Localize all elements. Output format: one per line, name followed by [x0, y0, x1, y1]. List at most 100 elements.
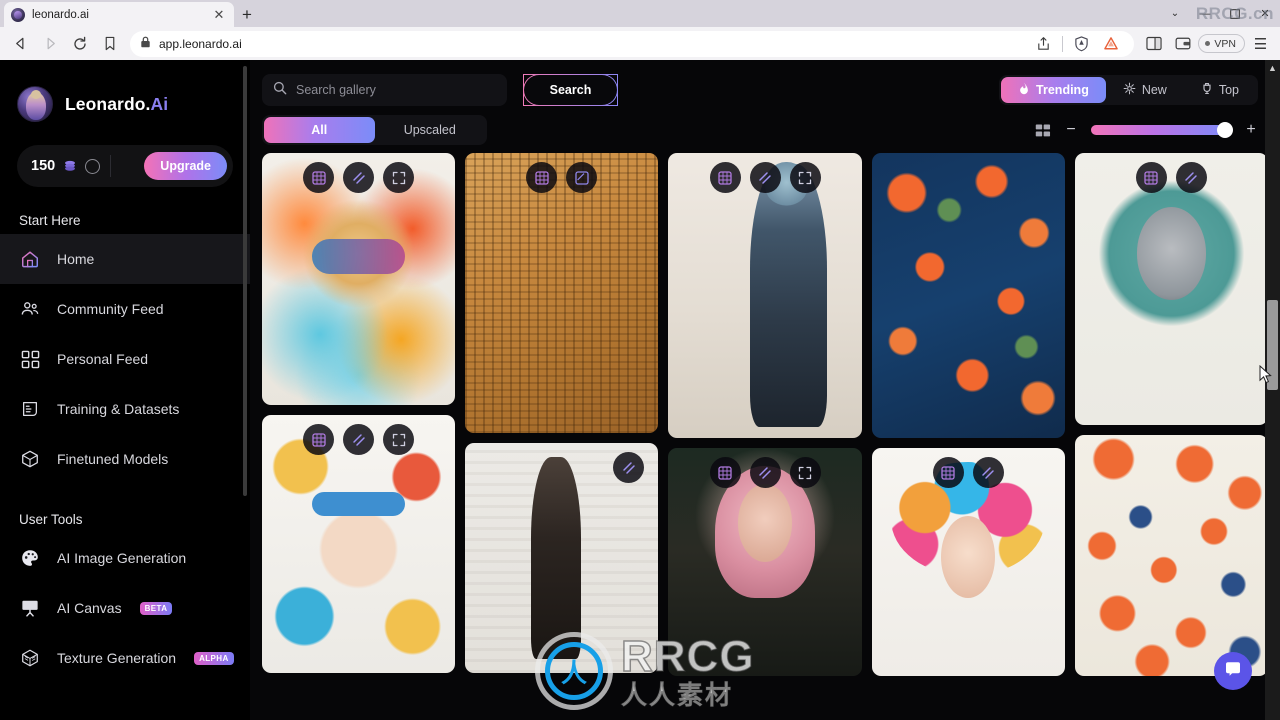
expand-fullscreen-icon[interactable] [789, 457, 821, 488]
header-row-search: Search Trending [262, 74, 1258, 106]
tab-top[interactable]: Top [1184, 77, 1256, 103]
search-input[interactable] [296, 83, 496, 97]
address-bar[interactable]: app.leonardo.ai [130, 30, 1135, 57]
remix-image-icon[interactable] [932, 457, 964, 488]
gallery-header: Search Trending [250, 60, 1280, 145]
forward-icon[interactable] [36, 31, 64, 57]
share-icon[interactable] [1030, 31, 1057, 57]
image-variation-icon[interactable] [972, 457, 1004, 488]
sidebar-item-ai-image-generation[interactable]: AI Image Generation [0, 533, 250, 583]
expand-fullscreen-icon[interactable] [383, 424, 415, 455]
image-variation-icon[interactable] [343, 424, 375, 455]
bookmark-icon[interactable] [96, 31, 124, 57]
gallery-card-colorful-hair-illustrated-girl[interactable] [871, 448, 1065, 676]
zoom-in-button[interactable]: + [1244, 122, 1258, 138]
gallery-column [465, 153, 659, 718]
trophy-icon [1201, 82, 1213, 98]
tab-trending[interactable]: Trending [1001, 77, 1106, 103]
image-variation-icon[interactable] [613, 452, 645, 483]
search-button-label: Search [549, 83, 592, 97]
grid-density-icon[interactable] [1034, 122, 1051, 139]
gallery-card-dark-floral-orange-pattern[interactable] [871, 153, 1065, 438]
back-icon[interactable] [6, 31, 34, 57]
sidebar-item-ai-canvas[interactable]: AI Canvas BETA [0, 583, 250, 633]
sidebar-item-home[interactable]: Home [0, 234, 250, 284]
sidebar-item-finetuned-models[interactable]: Finetuned Models [0, 434, 250, 484]
filter-tab-all[interactable]: All [264, 117, 375, 143]
minimize-button[interactable]: — [1190, 0, 1220, 27]
gallery-card-orange-blue-floral-pattern[interactable] [1074, 435, 1269, 676]
expand-fullscreen-icon[interactable] [383, 162, 415, 193]
sidebar-item-personal-feed[interactable]: Personal Feed [0, 334, 250, 384]
tab-label: Top [1218, 83, 1239, 97]
sidebar-item-community-feed[interactable]: Community Feed [0, 284, 250, 334]
upgrade-button[interactable]: Upgrade [144, 152, 227, 180]
app-sidebar: Leonardo.Ai 150 question-mark-icon Upgra… [0, 60, 250, 720]
maximize-button[interactable] [1220, 0, 1250, 27]
sidebar-panel-icon[interactable] [1140, 31, 1167, 57]
chevron-down-icon[interactable]: ⌄ [1160, 0, 1190, 27]
remix-image-icon[interactable] [303, 162, 335, 193]
remix-image-icon[interactable] [709, 457, 741, 488]
image-variation-icon[interactable] [749, 162, 781, 193]
zoom-slider[interactable] [1091, 122, 1233, 138]
wallet-icon[interactable] [1169, 31, 1196, 57]
page-scrollbar[interactable]: ▲ [1265, 60, 1280, 720]
gallery-card-blue-haired-fantasy-warrior[interactable] [668, 153, 862, 438]
card-image [1074, 153, 1269, 425]
brand-logo-block[interactable]: Leonardo.Ai [0, 82, 250, 126]
card-action-buttons [668, 162, 861, 193]
tab-new[interactable]: New [1106, 77, 1184, 103]
image-gallery [250, 145, 1280, 720]
card-action-buttons [465, 162, 658, 193]
sidebar-item-texture-generation[interactable]: Texture Generation ALPHA [0, 633, 250, 683]
sidebar-item-label: AI Image Generation [57, 550, 187, 566]
remix-image-icon[interactable] [526, 162, 558, 193]
image-variation-icon[interactable] [566, 162, 598, 193]
question-mark-icon[interactable]: question-mark-icon [85, 158, 101, 174]
sort-tabs: Trending New Top [999, 75, 1258, 105]
browser-window: leonardo.ai ✕ + ⌄ — ✕ app.leonardo.ai VP… [0, 0, 1280, 720]
gallery-card-koala-riding-bicycle-illustration[interactable] [1074, 153, 1269, 425]
sort-tabs-group: Trending New Top [999, 75, 1258, 105]
close-icon[interactable]: ✕ [211, 7, 227, 23]
sidebar-item-label: Personal Feed [57, 351, 149, 367]
new-tab-button[interactable]: + [234, 2, 260, 27]
brave-shields-icon[interactable] [1068, 31, 1095, 57]
gallery-card-dark-haired-warrior-character-sheet[interactable] [465, 443, 659, 673]
gallery-card-girl-with-blue-glasses-colorful[interactable] [262, 415, 456, 673]
zoom-out-button[interactable]: − [1064, 122, 1078, 138]
chat-widget-button[interactable] [1214, 652, 1252, 690]
expand-fullscreen-icon[interactable] [789, 162, 821, 193]
badge-alpha: ALPHA [194, 651, 234, 665]
sidebar-item-label: Training & Datasets [57, 401, 180, 417]
image-variation-icon[interactable] [749, 457, 781, 488]
reload-icon[interactable] [66, 31, 94, 57]
vpn-status-dot [1205, 41, 1211, 46]
gallery-card-pink-haired-fantasy-woman[interactable] [668, 448, 862, 676]
texture-cube-icon [19, 647, 41, 669]
search-button[interactable]: Search [523, 74, 618, 106]
gallery-card-egyptian-hieroglyphs-wall[interactable] [465, 153, 659, 433]
close-window-button[interactable]: ✕ [1250, 0, 1280, 27]
brave-leo-icon[interactable] [1097, 31, 1124, 57]
image-variation-icon[interactable] [343, 162, 375, 193]
remix-image-icon[interactable] [709, 162, 741, 193]
card-image [871, 153, 1065, 438]
image-variation-icon[interactable] [1175, 162, 1207, 193]
vpn-status-pill[interactable]: VPN [1198, 34, 1245, 53]
sparkle-icon [1123, 82, 1136, 98]
remix-image-icon[interactable] [1135, 162, 1167, 193]
card-action-buttons [262, 162, 455, 193]
browser-tab-leonardo[interactable]: leonardo.ai ✕ [4, 2, 234, 27]
search-gallery-box[interactable] [262, 74, 507, 106]
remix-image-icon[interactable] [303, 424, 335, 455]
home-icon [19, 248, 41, 270]
sidebar-item-training-datasets[interactable]: Training & Datasets [0, 384, 250, 434]
gallery-card-watercolor-lion-with-sunglasses[interactable] [262, 153, 456, 405]
hamburger-menu-icon[interactable]: ☰ [1247, 31, 1274, 57]
scroll-up-arrow-icon[interactable]: ▲ [1268, 60, 1277, 76]
sidebar-scrollbar[interactable] [243, 66, 247, 496]
zoom-slider-knob[interactable] [1217, 122, 1233, 138]
filter-tab-upscaled[interactable]: Upscaled [375, 117, 486, 143]
